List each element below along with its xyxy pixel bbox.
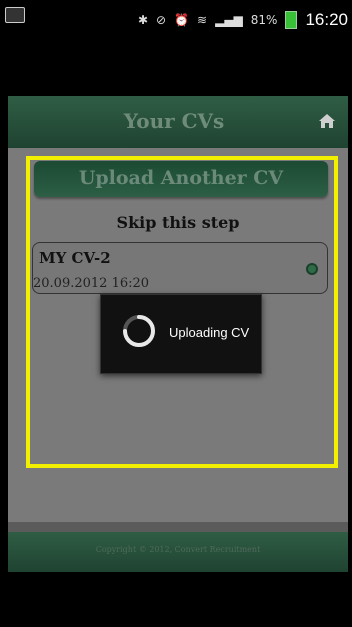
loading-spinner-icon (123, 315, 155, 347)
battery-icon (285, 11, 298, 29)
battery-percent: 81% (250, 13, 278, 27)
copyright-text: Copyright © 2012, Convert Recruitment (95, 545, 261, 554)
page-title: Your CVs (123, 109, 225, 133)
alarm-icon: ⏰ (174, 13, 190, 27)
status-icons: ✱ ⊘ ⏰ ≋ ▂▄▆ 81% 16:20 (138, 10, 348, 30)
app-header: Your CVs (8, 96, 348, 148)
app-footer: Copyright © 2012, Convert Recruitment (8, 532, 348, 572)
signal-icon: ▂▄▆ (215, 13, 243, 27)
bluetooth-icon: ✱ (137, 13, 149, 27)
uploading-text: Uploading CV (169, 325, 250, 340)
uploading-dialog: Uploading CV (100, 294, 262, 374)
clock: 16:20 (305, 10, 348, 29)
gallery-icon (5, 7, 25, 23)
wifi-icon: ≋ (197, 13, 208, 27)
status-bar: ✱ ⊘ ⏰ ≋ ▂▄▆ 81% 16:20 (0, 0, 352, 38)
home-icon[interactable] (318, 112, 336, 130)
mute-icon: ⊘ (156, 13, 167, 27)
